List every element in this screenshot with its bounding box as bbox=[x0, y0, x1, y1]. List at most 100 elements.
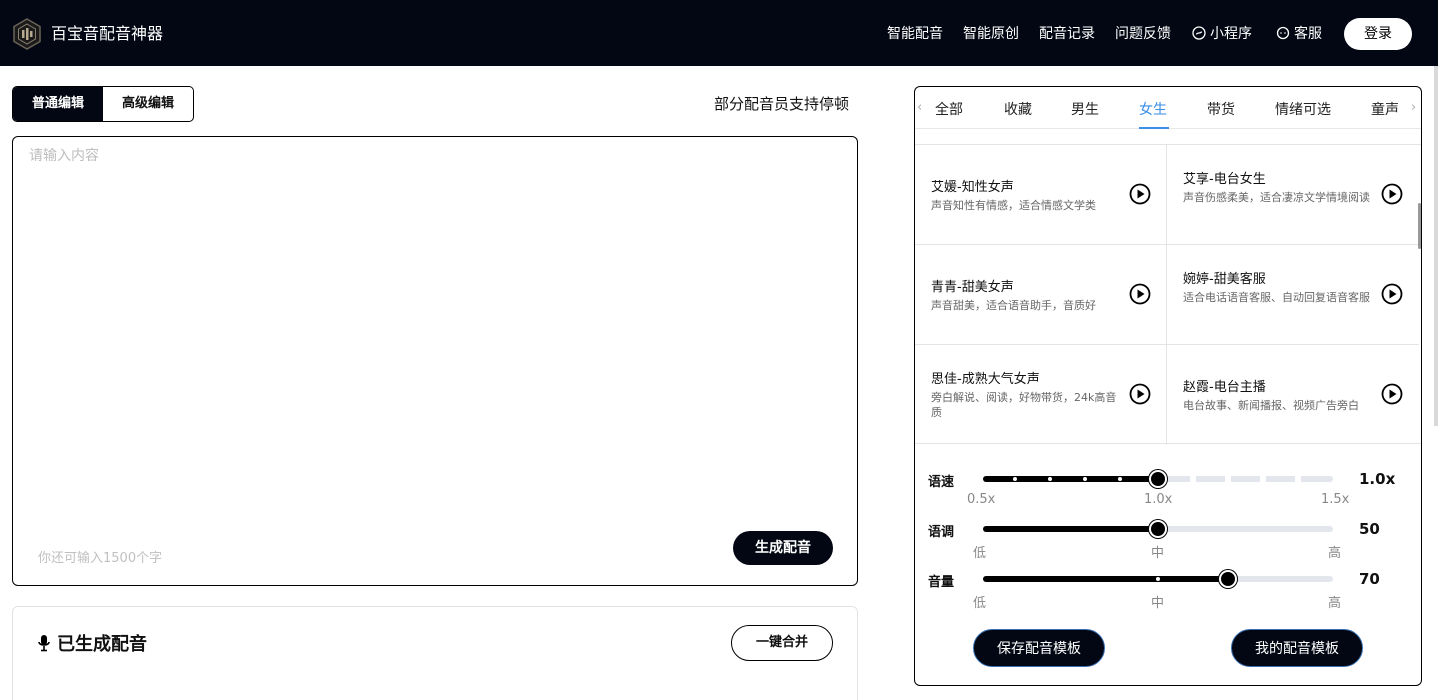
speed-slider[interactable] bbox=[983, 470, 1333, 488]
generated-title-text: 已生成配音 bbox=[57, 634, 147, 655]
nav-mini-program[interactable]: 小程序 bbox=[1192, 24, 1252, 44]
chevron-left-icon[interactable]: ‹ bbox=[917, 100, 922, 115]
merge-all-button[interactable]: 一键合并 bbox=[731, 625, 833, 661]
chevron-right-icon[interactable]: › bbox=[1411, 100, 1416, 115]
voice-card[interactable]: 婉婷-甜美客服 适合电话语音客服、自动回复语音客服 bbox=[1167, 245, 1419, 345]
voice-description: 声音知性有情感，适合情感文学类 bbox=[931, 199, 1096, 212]
tab-male[interactable]: 男生 bbox=[1071, 100, 1099, 120]
pitch-slider-handle[interactable] bbox=[1149, 520, 1167, 538]
pitch-slider-fill bbox=[983, 526, 1158, 532]
voice-card[interactable]: 艾享-电台女生 声音伤感柔美，适合凄凉文学情境阅读 bbox=[1167, 145, 1419, 245]
top-navbar: 百宝音配音神器 智能配音 智能原创 配音记录 问题反馈 小程序 客服 登录 bbox=[0, 0, 1438, 66]
pitch-tick-label: 高 bbox=[1328, 546, 1342, 561]
speed-tick-mark bbox=[1118, 477, 1122, 481]
voice-description: 声音甜美，适合语音助手，音质好 bbox=[931, 299, 1096, 312]
voice-name: 青青-甜美女声 bbox=[931, 280, 1014, 295]
speed-tick-mark bbox=[1048, 477, 1052, 481]
voice-description: 电台故事、新闻播报、视频广告旁白 bbox=[1183, 399, 1359, 412]
tab-advanced-edit[interactable]: 高级编辑 bbox=[103, 87, 193, 121]
tab-emotion[interactable]: 情绪可选 bbox=[1275, 100, 1331, 120]
speed-tick-mark bbox=[1225, 476, 1231, 482]
voice-card[interactable]: 赵霞-电台主播 电台故事、新闻播报、视频广告旁白 bbox=[1167, 345, 1419, 445]
tab-normal-edit[interactable]: 普通编辑 bbox=[13, 87, 103, 121]
content-input[interactable] bbox=[29, 145, 839, 515]
speed-tick-label: 1.0x bbox=[1144, 492, 1173, 507]
speed-tick-mark bbox=[1013, 477, 1017, 481]
voice-list: 艾媛-知性女声 声音知性有情感，适合情感文学类 艾享-电台女生 声音伤感柔美，适… bbox=[915, 144, 1421, 445]
nav-customer-service[interactable]: 客服 bbox=[1276, 24, 1322, 44]
nav-customer-service-label: 客服 bbox=[1294, 26, 1322, 42]
play-icon[interactable] bbox=[1381, 383, 1403, 405]
play-icon[interactable] bbox=[1129, 183, 1151, 205]
voice-name: 思佳-成熟大气女声 bbox=[931, 372, 1040, 387]
pause-support-note: 部分配音员支持停顿 bbox=[714, 95, 850, 113]
speed-slider-fill bbox=[983, 476, 1158, 482]
voice-name: 艾媛-知性女声 bbox=[931, 180, 1014, 195]
play-icon[interactable] bbox=[1129, 383, 1151, 405]
pitch-tick-label: 低 bbox=[973, 546, 987, 561]
chat-bubble-icon bbox=[1276, 26, 1290, 40]
voice-card[interactable]: 青青-甜美女声 声音甜美，适合语音助手，音质好 bbox=[915, 245, 1167, 345]
voice-description: 适合电话语音客服、自动回复语音客服 bbox=[1183, 291, 1370, 304]
volume-tick-mark bbox=[1156, 577, 1160, 581]
speed-slider-handle[interactable] bbox=[1149, 470, 1167, 488]
voice-panel: ‹ 全部 收藏 男生 女生 带货 情绪可选 童声 › 艾媛-知性女声 声音知性有… bbox=[914, 86, 1422, 686]
mini-program-icon bbox=[1192, 26, 1206, 40]
volume-value: 70 bbox=[1359, 570, 1380, 588]
app-title: 百宝音配音神器 bbox=[51, 24, 164, 43]
speed-tick-label: 0.5x bbox=[967, 492, 996, 507]
volume-slider[interactable] bbox=[983, 570, 1333, 588]
speed-tick-mark bbox=[1083, 477, 1087, 481]
volume-tick-label: 低 bbox=[973, 596, 987, 611]
save-template-button[interactable]: 保存配音模板 bbox=[973, 629, 1105, 667]
generated-title: 已生成配音 bbox=[37, 633, 147, 657]
pitch-tick-label: 中 bbox=[1151, 546, 1165, 561]
tab-female[interactable]: 女生 bbox=[1139, 100, 1167, 120]
edit-mode-tabs: 普通编辑 高级编辑 bbox=[12, 86, 194, 122]
generate-dubbing-button[interactable]: 生成配音 bbox=[733, 531, 833, 565]
volume-tick-label: 高 bbox=[1328, 596, 1342, 611]
volume-slider-fill bbox=[983, 576, 1228, 582]
speed-tick-mark bbox=[1190, 476, 1196, 482]
my-templates-button[interactable]: 我的配音模板 bbox=[1231, 629, 1363, 667]
page-scrollbar[interactable] bbox=[1434, 66, 1438, 426]
voice-name: 赵霞-电台主播 bbox=[1183, 380, 1266, 395]
nav-smart-dubbing[interactable]: 智能配音 bbox=[887, 24, 943, 44]
remaining-chars: 你还可输入1500个字 bbox=[38, 551, 163, 566]
speed-value: 1.0x bbox=[1359, 470, 1396, 488]
pitch-value: 50 bbox=[1359, 520, 1380, 538]
pitch-slider[interactable] bbox=[983, 520, 1333, 538]
voice-name: 艾享-电台女生 bbox=[1183, 172, 1266, 187]
login-button[interactable]: 登录 bbox=[1344, 18, 1412, 50]
voice-card[interactable]: 艾媛-知性女声 声音知性有情感，适合情感文学类 bbox=[915, 145, 1167, 245]
nav-mini-program-label: 小程序 bbox=[1210, 26, 1252, 42]
speed-label: 语速 bbox=[928, 475, 955, 490]
play-icon[interactable] bbox=[1381, 283, 1403, 305]
voice-list-scrollbar[interactable] bbox=[1418, 203, 1421, 249]
voice-card[interactable]: 思佳-成熟大气女声 旁白解说、阅读，好物带货，24k高音质 bbox=[915, 345, 1167, 445]
voice-name: 婉婷-甜美客服 bbox=[1183, 272, 1266, 287]
play-icon[interactable] bbox=[1381, 183, 1403, 205]
generated-dubbing-section: 已生成配音 一键合并 bbox=[12, 606, 858, 700]
play-icon[interactable] bbox=[1129, 283, 1151, 305]
microphone-icon bbox=[38, 635, 50, 652]
category-tabs: ‹ 全部 收藏 男生 女生 带货 情绪可选 童声 › bbox=[915, 87, 1421, 129]
nav-feedback[interactable]: 问题反馈 bbox=[1115, 24, 1171, 44]
pitch-label: 语调 bbox=[928, 525, 955, 540]
tab-child-voice[interactable]: 童声 bbox=[1371, 100, 1399, 120]
tab-live-selling[interactable]: 带货 bbox=[1207, 100, 1235, 120]
nav-smart-original[interactable]: 智能原创 bbox=[963, 24, 1019, 44]
volume-tick-label: 中 bbox=[1151, 596, 1165, 611]
voice-description: 旁白解说、阅读，好物带货，24k高音质 bbox=[931, 391, 1117, 419]
speed-tick-mark bbox=[1295, 476, 1301, 482]
speed-tick-label: 1.5x bbox=[1321, 492, 1350, 507]
volume-slider-handle[interactable] bbox=[1219, 570, 1237, 588]
active-tab-underline bbox=[1139, 127, 1169, 129]
nav-dubbing-records[interactable]: 配音记录 bbox=[1039, 24, 1095, 44]
tab-favorites[interactable]: 收藏 bbox=[1004, 100, 1032, 120]
speed-tick-mark bbox=[1260, 476, 1266, 482]
text-editor: 你还可输入1500个字 生成配音 bbox=[12, 136, 858, 586]
volume-label: 音量 bbox=[928, 575, 955, 590]
app-logo-icon[interactable] bbox=[12, 18, 42, 50]
tab-all[interactable]: 全部 bbox=[935, 100, 963, 120]
